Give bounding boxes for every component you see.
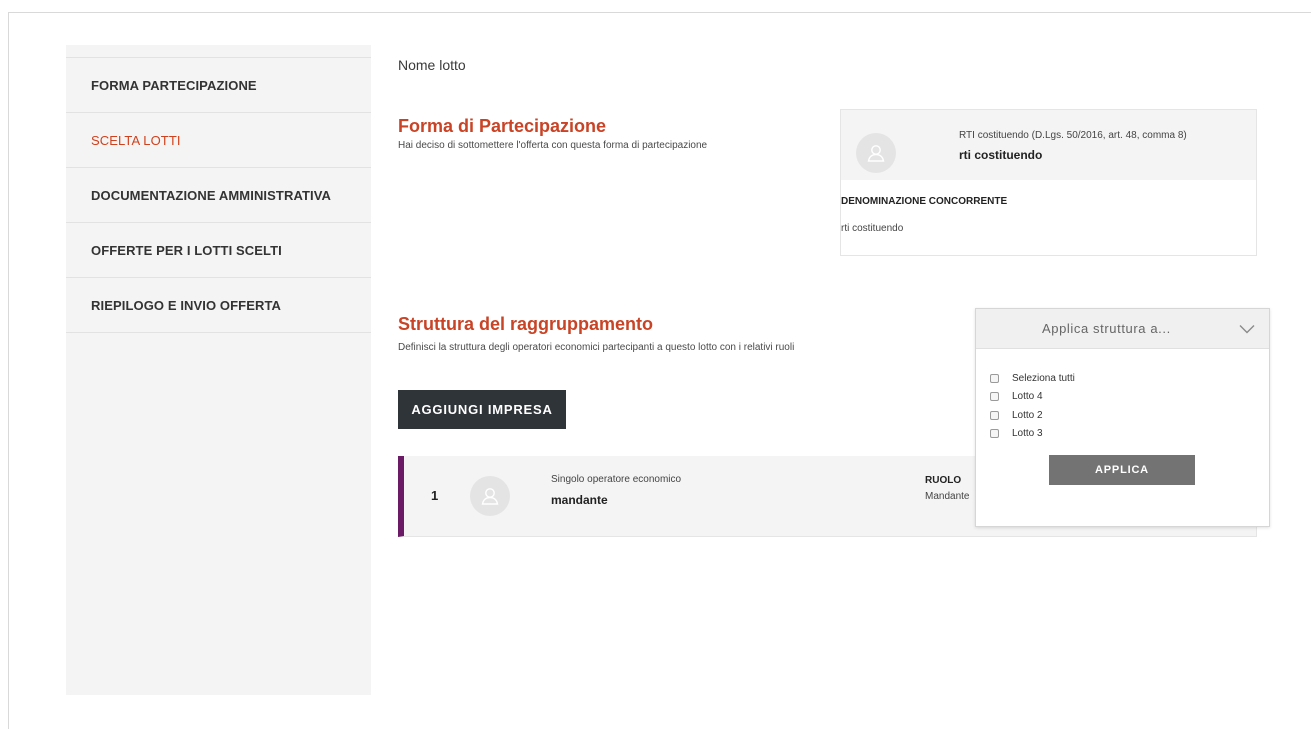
checkbox-icon[interactable] (990, 392, 999, 402)
user-avatar-icon (856, 133, 896, 173)
add-company-button[interactable]: AGGIUNGI IMPRESA (398, 390, 566, 429)
apply-structure-title: Applica struttura a... (1042, 321, 1171, 336)
checkbox-lotto-3[interactable]: Lotto 3 (990, 425, 1075, 444)
member-name: mandante (551, 493, 608, 507)
denomination-label: DENOMINAZIONE CONCORRENTE (841, 196, 1008, 207)
structure-title: Struttura del raggruppamento (398, 314, 654, 334)
checkbox-lotto-4[interactable]: Lotto 4 (990, 388, 1075, 407)
checkbox-label: Lotto 3 (1012, 428, 1043, 440)
apply-button[interactable]: APPLICA (1049, 455, 1195, 485)
participation-description: Hai deciso di sottomettere l'offerta con… (398, 140, 708, 151)
member-role-value: Mandante (925, 491, 970, 502)
sidebar-item-riepilogo-invio[interactable]: RIEPILOGO E INVIO OFFERTA (66, 278, 371, 333)
user-avatar-icon (470, 476, 510, 516)
member-operator-type: Singolo operatore economico (551, 474, 682, 485)
participation-card: RTI costituendo (D.Lgs. 50/2016, art. 48… (840, 109, 1257, 256)
checkbox-label: Lotto 4 (1012, 391, 1043, 403)
lot-checkbox-list: Seleziona tutti Lotto 4 Lotto 2 Lotto 3 (990, 369, 1075, 443)
sidebar-top-spacer (66, 45, 371, 58)
structure-description: Definisci la struttura degli operatori e… (398, 342, 795, 353)
checkbox-lotto-2[interactable]: Lotto 2 (990, 406, 1075, 425)
checkbox-label: Lotto 2 (1012, 409, 1043, 421)
participation-title: Forma di Partecipazione (398, 116, 607, 136)
checkbox-icon[interactable] (990, 373, 999, 383)
participation-type-label: RTI costituendo (D.Lgs. 50/2016, art. 48… (959, 130, 1187, 141)
member-index: 1 (431, 488, 439, 503)
checkbox-icon[interactable] (990, 429, 999, 439)
lot-name: Nome lotto (398, 57, 466, 73)
checkbox-select-all[interactable]: Seleziona tutti (990, 369, 1075, 388)
member-role-label: RUOLO (925, 475, 962, 486)
apply-structure-dropdown: Applica struttura a... Seleziona tutti L… (975, 308, 1270, 527)
sidebar-item-scelta-lotti[interactable]: SCELTA LOTTI (66, 113, 371, 168)
checkbox-label: Seleziona tutti (1012, 372, 1075, 384)
chevron-down-icon (1239, 325, 1255, 334)
apply-structure-toggle[interactable]: Applica struttura a... (976, 309, 1269, 349)
checkbox-icon[interactable] (990, 410, 999, 420)
sidebar-item-documentazione-amministrativa[interactable]: DOCUMENTAZIONE AMMINISTRATIVA (66, 168, 371, 223)
sidebar-item-forma-partecipazione[interactable]: FORMA PARTECIPAZIONE (66, 58, 371, 113)
sidebar-item-offerte-lotti-scelti[interactable]: OFFERTE PER I LOTTI SCELTI (66, 223, 371, 278)
participation-type-value: rti costituendo (959, 148, 1043, 162)
denomination-value: rti costituendo (841, 223, 904, 234)
sidebar: FORMA PARTECIPAZIONE SCELTA LOTTI DOCUME… (66, 45, 371, 695)
participation-card-header: RTI costituendo (D.Lgs. 50/2016, art. 48… (841, 110, 1256, 180)
